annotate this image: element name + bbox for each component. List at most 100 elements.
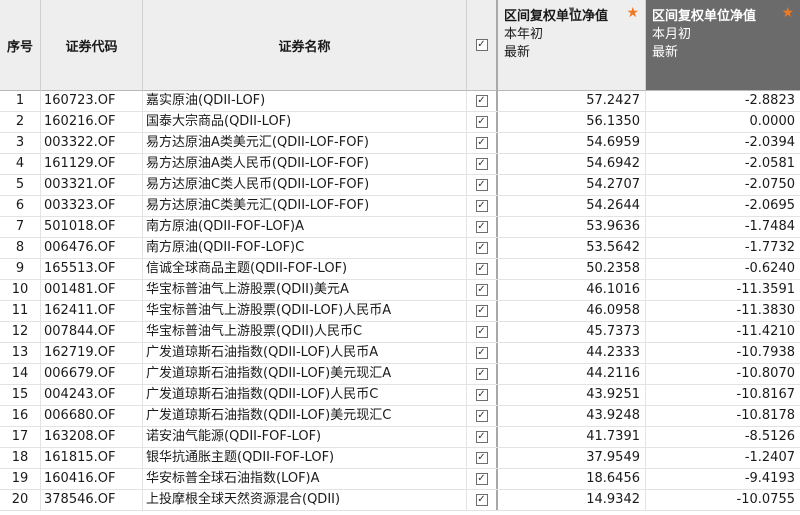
checkbox-checked-icon[interactable]: ✓ xyxy=(475,389,488,401)
header-nav-mtd[interactable]: 区间复权单位净值 本月初 最新 ★ xyxy=(646,0,800,91)
row-select-cell[interactable]: ✓ xyxy=(467,154,498,174)
row-select-cell[interactable]: ✓ xyxy=(467,385,498,405)
checkbox-checked-icon[interactable]: ✓ xyxy=(475,179,488,191)
table-row[interactable]: 20 378546.OF 上投摩根全球天然资源混合(QDII) ✓ 14.9342 -10… xyxy=(0,490,800,511)
row-select-cell[interactable]: ✓ xyxy=(467,322,498,342)
row-select-cell[interactable]: ✓ xyxy=(467,469,498,489)
checkbox-checked-icon[interactable]: ✓ xyxy=(475,221,488,233)
security-code[interactable]: 001481.OF xyxy=(41,280,143,300)
table-row[interactable]: 11 162411.OF 华宝标普油气上游股票(QDII-LOF)人民币A ✓ 46.0… xyxy=(0,301,800,322)
security-code[interactable]: 378546.OF xyxy=(41,490,143,510)
table-row[interactable]: 15 004243.OF 广发道琼斯石油指数(QDII-LOF)人民币C ✓ 43.92… xyxy=(0,385,800,406)
row-select-cell[interactable]: ✓ xyxy=(467,343,498,363)
table-row[interactable]: 14 006679.OF 广发道琼斯石油指数(QDII-LOF)美元现汇A ✓ 44.2… xyxy=(0,364,800,385)
security-name[interactable]: 华宝标普油气上游股票(QDII)人民币C xyxy=(143,322,467,342)
security-name[interactable]: 广发道琼斯石油指数(QDII-LOF)美元现汇A xyxy=(143,364,467,384)
checkbox-checked-icon[interactable]: ✓ xyxy=(475,95,488,107)
security-code[interactable]: 003321.OF xyxy=(41,175,143,195)
table-row[interactable]: 3 003322.OF 易方达原油A类美元汇(QDII-LOF-FOF) ✓ 54.69… xyxy=(0,133,800,154)
checkbox-checked-icon[interactable]: ✓ xyxy=(475,305,488,317)
security-name[interactable]: 广发道琼斯石油指数(QDII-LOF)人民币C xyxy=(143,385,467,405)
table-row[interactable]: 4 161129.OF 易方达原油A类人民币(QDII-LOF-FOF) ✓ 54.69… xyxy=(0,154,800,175)
security-name[interactable]: 易方达原油C类人民币(QDII-LOF-FOF) xyxy=(143,175,467,195)
checkbox-checked-icon[interactable]: ✓ xyxy=(475,410,488,422)
table-row[interactable]: 7 501018.OF 南方原油(QDII-FOF-LOF)A ✓ 53.9636 -1.… xyxy=(0,217,800,238)
security-name[interactable]: 广发道琼斯石油指数(QDII-LOF)美元现汇C xyxy=(143,406,467,426)
security-code[interactable]: 003322.OF xyxy=(41,133,143,153)
checkbox-checked-icon[interactable]: ✓ xyxy=(475,284,488,296)
table-row[interactable]: 12 007844.OF 华宝标普油气上游股票(QDII)人民币C ✓ 45.7373 -… xyxy=(0,322,800,343)
checkbox-checked-icon[interactable]: ✓ xyxy=(475,452,488,464)
header-code[interactable]: 证券代码 xyxy=(41,0,143,91)
security-name[interactable]: 银华抗通胀主题(QDII-FOF-LOF) xyxy=(143,448,467,468)
security-name[interactable]: 信诚全球商品主题(QDII-FOF-LOF) xyxy=(143,259,467,279)
checkbox-checked-icon[interactable]: ✓ xyxy=(475,473,488,485)
security-name[interactable]: 华宝标普油气上游股票(QDII-LOF)人民币A xyxy=(143,301,467,321)
checkbox-checked-icon[interactable]: ✓ xyxy=(475,494,488,506)
star-icon[interactable]: ★ xyxy=(781,6,794,20)
security-name[interactable]: 上投摩根全球天然资源混合(QDII) xyxy=(143,490,467,510)
row-select-cell[interactable]: ✓ xyxy=(467,217,498,237)
security-name[interactable]: 易方达原油C类美元汇(QDII-LOF-FOF) xyxy=(143,196,467,216)
security-code[interactable]: 162719.OF xyxy=(41,343,143,363)
header-name[interactable]: 证券名称 xyxy=(143,0,467,91)
checkbox-checked-icon[interactable]: ✓ xyxy=(475,200,488,212)
security-code[interactable]: 161129.OF xyxy=(41,154,143,174)
checkbox-checked-icon[interactable]: ✓ xyxy=(475,368,488,380)
security-name[interactable]: 南方原油(QDII-FOF-LOF)C xyxy=(143,238,467,258)
security-name[interactable]: 易方达原油A类美元汇(QDII-LOF-FOF) xyxy=(143,133,467,153)
security-name[interactable]: 华宝标普油气上游股票(QDII)美元A xyxy=(143,280,467,300)
select-all-checkbox-icon[interactable]: ✓ xyxy=(475,39,488,51)
row-select-cell[interactable]: ✓ xyxy=(467,490,498,510)
sort-desc-icon[interactable]: ▼ xyxy=(569,1,574,19)
security-code[interactable]: 165513.OF xyxy=(41,259,143,279)
row-select-cell[interactable]: ✓ xyxy=(467,91,498,111)
row-select-cell[interactable]: ✓ xyxy=(467,301,498,321)
header-nav-ytd[interactable]: ▼ 区间复权单位净值 本年初 最新 ★ xyxy=(498,0,646,91)
table-row[interactable]: 8 006476.OF 南方原油(QDII-FOF-LOF)C ✓ 53.5642 -1.… xyxy=(0,238,800,259)
security-name[interactable]: 诺安油气能源(QDII-FOF-LOF) xyxy=(143,427,467,447)
checkbox-checked-icon[interactable]: ✓ xyxy=(475,116,488,128)
checkbox-checked-icon[interactable]: ✓ xyxy=(475,158,488,170)
row-select-cell[interactable]: ✓ xyxy=(467,280,498,300)
table-row[interactable]: 5 003321.OF 易方达原油C类人民币(QDII-LOF-FOF) ✓ 54.27… xyxy=(0,175,800,196)
security-code[interactable]: 004243.OF xyxy=(41,385,143,405)
security-name[interactable]: 嘉实原油(QDII-LOF) xyxy=(143,91,467,111)
table-row[interactable]: 6 003323.OF 易方达原油C类美元汇(QDII-LOF-FOF) ✓ 54.26… xyxy=(0,196,800,217)
table-row[interactable]: 17 163208.OF 诺安油气能源(QDII-FOF-LOF) ✓ 41.7391 -… xyxy=(0,427,800,448)
security-code[interactable]: 501018.OF xyxy=(41,217,143,237)
row-select-cell[interactable]: ✓ xyxy=(467,112,498,132)
row-select-cell[interactable]: ✓ xyxy=(467,175,498,195)
row-select-cell[interactable]: ✓ xyxy=(467,406,498,426)
security-code[interactable]: 160416.OF xyxy=(41,469,143,489)
security-name[interactable]: 南方原油(QDII-FOF-LOF)A xyxy=(143,217,467,237)
header-index[interactable]: 序号 xyxy=(0,0,41,91)
checkbox-checked-icon[interactable]: ✓ xyxy=(475,431,488,443)
star-icon[interactable]: ★ xyxy=(626,6,639,20)
security-code[interactable]: 163208.OF xyxy=(41,427,143,447)
checkbox-checked-icon[interactable]: ✓ xyxy=(475,137,488,149)
security-code[interactable]: 160216.OF xyxy=(41,112,143,132)
table-row[interactable]: 16 006680.OF 广发道琼斯石油指数(QDII-LOF)美元现汇C ✓ 43.9… xyxy=(0,406,800,427)
table-row[interactable]: 2 160216.OF 国泰大宗商品(QDII-LOF) ✓ 56.1350 0.0000 xyxy=(0,112,800,133)
security-name[interactable]: 华安标普全球石油指数(LOF)A xyxy=(143,469,467,489)
checkbox-checked-icon[interactable]: ✓ xyxy=(475,263,488,275)
security-code[interactable]: 006476.OF xyxy=(41,238,143,258)
checkbox-checked-icon[interactable]: ✓ xyxy=(475,326,488,338)
security-name[interactable]: 广发道琼斯石油指数(QDII-LOF)人民币A xyxy=(143,343,467,363)
row-select-cell[interactable]: ✓ xyxy=(467,133,498,153)
security-code[interactable]: 162411.OF xyxy=(41,301,143,321)
table-row[interactable]: 10 001481.OF 华宝标普油气上游股票(QDII)美元A ✓ 46.1016 -1… xyxy=(0,280,800,301)
security-code[interactable]: 003323.OF xyxy=(41,196,143,216)
row-select-cell[interactable]: ✓ xyxy=(467,196,498,216)
security-code[interactable]: 161815.OF xyxy=(41,448,143,468)
table-row[interactable]: 1 160723.OF 嘉实原油(QDII-LOF) ✓ 57.2427 -2.8823 xyxy=(0,91,800,112)
row-select-cell[interactable]: ✓ xyxy=(467,364,498,384)
table-row[interactable]: 9 165513.OF 信诚全球商品主题(QDII-FOF-LOF) ✓ 50.2358… xyxy=(0,259,800,280)
checkbox-checked-icon[interactable]: ✓ xyxy=(475,242,488,254)
security-code[interactable]: 160723.OF xyxy=(41,91,143,111)
security-name[interactable]: 易方达原油A类人民币(QDII-LOF-FOF) xyxy=(143,154,467,174)
security-code[interactable]: 006679.OF xyxy=(41,364,143,384)
header-select-all[interactable]: ✓ xyxy=(467,0,498,91)
table-row[interactable]: 18 161815.OF 银华抗通胀主题(QDII-FOF-LOF) ✓ 37.9549… xyxy=(0,448,800,469)
